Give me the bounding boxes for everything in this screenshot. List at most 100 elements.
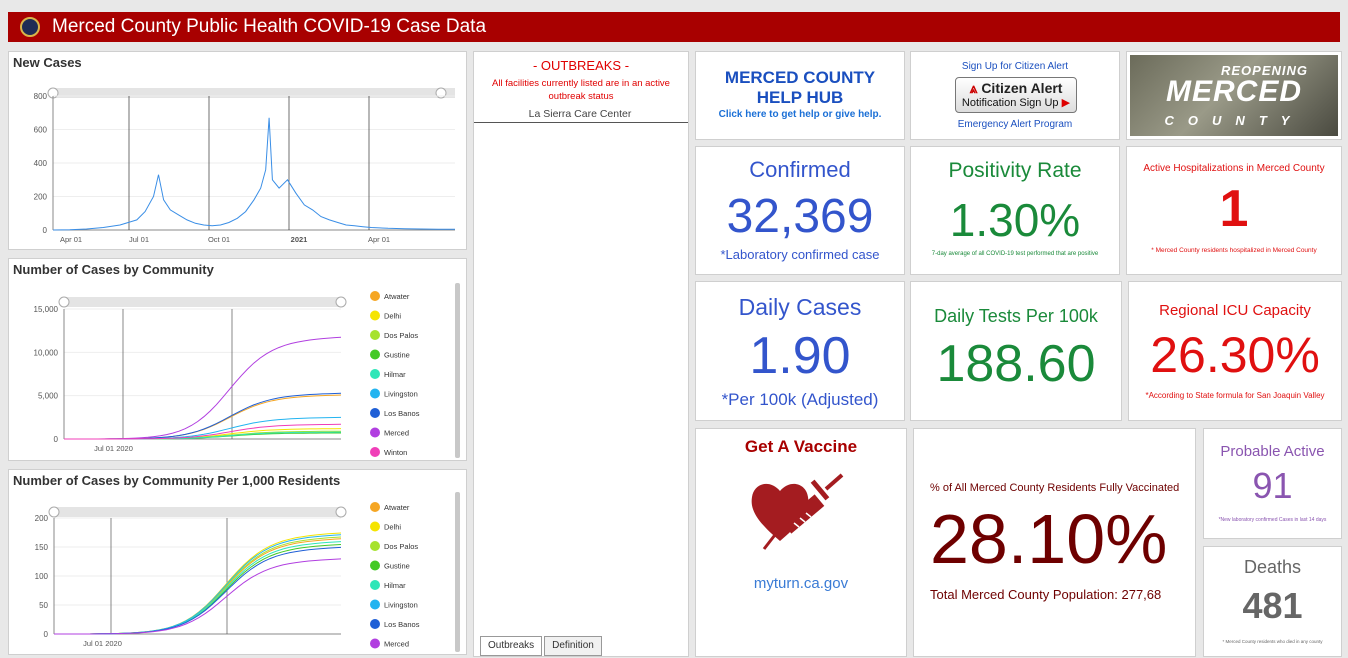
legend-swatch bbox=[370, 427, 380, 438]
x-tick-label: 2021 bbox=[291, 235, 308, 244]
per1000-panel: Number of Cases by Community Per 1,000 R… bbox=[8, 469, 467, 655]
legend-label: Dos Palos bbox=[384, 331, 418, 340]
vaccinated-panel: % of All Merced County Residents Fully V… bbox=[913, 428, 1196, 657]
reopening-panel[interactable]: REOPENING MERCED COUNTY bbox=[1126, 51, 1342, 140]
legend-label: Hilmar bbox=[384, 370, 406, 379]
per1000-chart[interactable]: 200 150 100 50 0 Jul 01 2020 Atwater Delhi Dos P… bbox=[9, 470, 467, 655]
legend-swatch bbox=[370, 330, 380, 340]
citizen-alert-brand: Citizen Alert bbox=[981, 80, 1063, 96]
citizen-alert-button[interactable]: ⩓ Citizen Alert Notification Sign Up ▶ bbox=[955, 77, 1077, 113]
x-tick-label: Oct 01 bbox=[208, 235, 230, 244]
legend-swatch bbox=[370, 521, 380, 532]
icu-note: *According to State formula for San Joaq… bbox=[1145, 391, 1325, 400]
positivity-note: 7-day average of all COVID-19 test perfo… bbox=[931, 251, 1099, 257]
help-hub-panel[interactable]: MERCED COUNTY HELP HUB Click here to get… bbox=[695, 51, 905, 140]
legend-swatch bbox=[370, 599, 380, 610]
legend-swatch bbox=[370, 580, 380, 590]
confirmed-panel: Confirmed 32,369 *Laboratory confirmed c… bbox=[695, 146, 905, 275]
positivity-value: 1.30% bbox=[949, 194, 1081, 246]
vaccine-link[interactable]: myturn.ca.gov bbox=[696, 575, 906, 592]
y-tick-label: 200 bbox=[35, 514, 49, 523]
community-legend-scrollbar[interactable] bbox=[455, 283, 460, 458]
slider-handle-right bbox=[335, 506, 347, 518]
citizen-alert-panel[interactable]: Sign Up for Citizen Alert ⩓ Citizen Aler… bbox=[910, 51, 1120, 140]
play-arrow-icon: ▶ bbox=[1061, 97, 1071, 109]
legend-swatch bbox=[370, 291, 380, 301]
community-title: Number of Cases by Community bbox=[13, 262, 214, 277]
probable-active-title: Probable Active bbox=[1220, 443, 1325, 460]
outbreak-list-item[interactable]: La Sierra Care Center bbox=[474, 108, 686, 120]
legend-swatch bbox=[370, 408, 380, 418]
help-hub-line2: HELP HUB bbox=[756, 88, 844, 107]
page-title: Merced County Public Health COVID-19 Cas… bbox=[52, 16, 487, 37]
vaccine-panel[interactable]: Get A Vaccine myturn.ca.gov bbox=[695, 428, 907, 657]
reopening-merced-logo: REOPENING MERCED COUNTY bbox=[1130, 55, 1338, 136]
tab-outbreaks[interactable]: Outbreaks bbox=[480, 636, 543, 656]
legend-label: Dos Palos bbox=[384, 542, 418, 551]
daily-cases-panel: Daily Cases 1.90 *Per 100k (Adjusted) bbox=[695, 281, 905, 421]
daily-tests-value: 188.60 bbox=[936, 335, 1096, 393]
daily-tests-title: Daily Tests Per 100k bbox=[934, 306, 1098, 326]
legend-label: Gustine bbox=[384, 562, 410, 571]
new-cases-chart[interactable]: 800 600 400 200 0 Apr 01 Jul 01 Oct 01 2021 Apr 0… bbox=[9, 52, 467, 250]
per1000-legend-scrollbar[interactable] bbox=[455, 492, 460, 652]
slider-handle-left bbox=[58, 296, 70, 308]
legend-swatch bbox=[370, 638, 380, 649]
legend-label: Merced bbox=[384, 640, 409, 649]
range-slider bbox=[54, 507, 341, 517]
legend-label: Gustine bbox=[384, 351, 410, 360]
confirmed-title: Confirmed bbox=[749, 157, 851, 182]
legend-swatch bbox=[370, 502, 380, 512]
y-tick-label: 200 bbox=[34, 193, 48, 202]
y-tick-label: 800 bbox=[34, 92, 48, 101]
deaths-panel: Deaths 481 * Merced County residents who… bbox=[1203, 546, 1342, 657]
reopening-bottom: COUNTY bbox=[1164, 113, 1304, 128]
legend-label: Los Banos bbox=[384, 409, 420, 418]
new-cases-line bbox=[52, 117, 456, 231]
y-tick-label: 10,000 bbox=[34, 348, 59, 357]
deaths-value: 481 bbox=[1242, 585, 1303, 626]
tab-definition[interactable]: Definition bbox=[544, 636, 602, 656]
legend-swatch bbox=[370, 349, 380, 360]
probable-active-value: 91 bbox=[1252, 465, 1293, 506]
per1000-title: Number of Cases by Community Per 1,000 R… bbox=[13, 473, 341, 488]
vaccinated-note: Total Merced County Population: 277,68 bbox=[930, 587, 1162, 602]
legend-label: Livingston bbox=[384, 601, 418, 610]
legend-swatch bbox=[370, 310, 380, 321]
daily-cases-value: 1.90 bbox=[749, 327, 851, 385]
daily-cases-title: Daily Cases bbox=[738, 294, 862, 320]
citizen-alert-button-label: Notification Sign Up bbox=[961, 97, 1059, 109]
help-hub-link[interactable]: Click here to get help or give help. bbox=[696, 109, 904, 120]
new-cases-title: New Cases bbox=[13, 55, 82, 70]
legend-label: Atwater bbox=[384, 503, 410, 512]
vaccine-title: Get A Vaccine bbox=[744, 437, 858, 456]
app-header: Merced County Public Health COVID-19 Cas… bbox=[8, 12, 1340, 42]
positivity-title: Positivity Rate bbox=[948, 159, 1082, 182]
y-tick-label: 100 bbox=[35, 572, 49, 581]
x-tick-label: Apr 01 bbox=[368, 235, 390, 244]
hospitalizations-note: * Merced County residents hospitalized i… bbox=[1151, 247, 1317, 254]
legend-swatch bbox=[370, 560, 380, 571]
y-tick-label: 0 bbox=[54, 435, 59, 444]
legend-label: Livingston bbox=[384, 390, 418, 399]
citizen-alert-logo-icon: ⩓ bbox=[969, 80, 982, 96]
series-line-merced bbox=[54, 558, 342, 635]
legend-label: Delhi bbox=[384, 312, 401, 321]
slider-handle-left bbox=[48, 506, 60, 518]
y-tick-label: 0 bbox=[43, 226, 48, 235]
help-hub-line1: MERCED COUNTY bbox=[724, 68, 876, 87]
deaths-note: * Merced County residents who died in an… bbox=[1222, 639, 1323, 644]
community-chart[interactable]: 15,000 10,000 5,000 0 Jul 01 2020 Atwater Delh… bbox=[9, 259, 467, 461]
legend-label: Winton bbox=[384, 448, 407, 457]
legend-label: Merced bbox=[384, 429, 409, 438]
legend-label: Atwater bbox=[384, 292, 410, 301]
positivity-panel: Positivity Rate 1.30% 7-day average of a… bbox=[910, 146, 1120, 275]
x-tick-label: Jul 01 bbox=[129, 235, 149, 244]
y-tick-label: 50 bbox=[39, 601, 48, 610]
divider bbox=[474, 122, 688, 123]
daily-tests-panel: Daily Tests Per 100k 188.60 bbox=[910, 281, 1122, 421]
citizen-alert-bottom: Emergency Alert Program bbox=[957, 119, 1073, 130]
icu-title: Regional ICU Capacity bbox=[1159, 302, 1311, 319]
county-seal-icon bbox=[20, 17, 40, 37]
new-cases-panel: New Cases 800 600 400 200 0 Apr 01 Jul 01 Oct 0… bbox=[8, 51, 467, 250]
